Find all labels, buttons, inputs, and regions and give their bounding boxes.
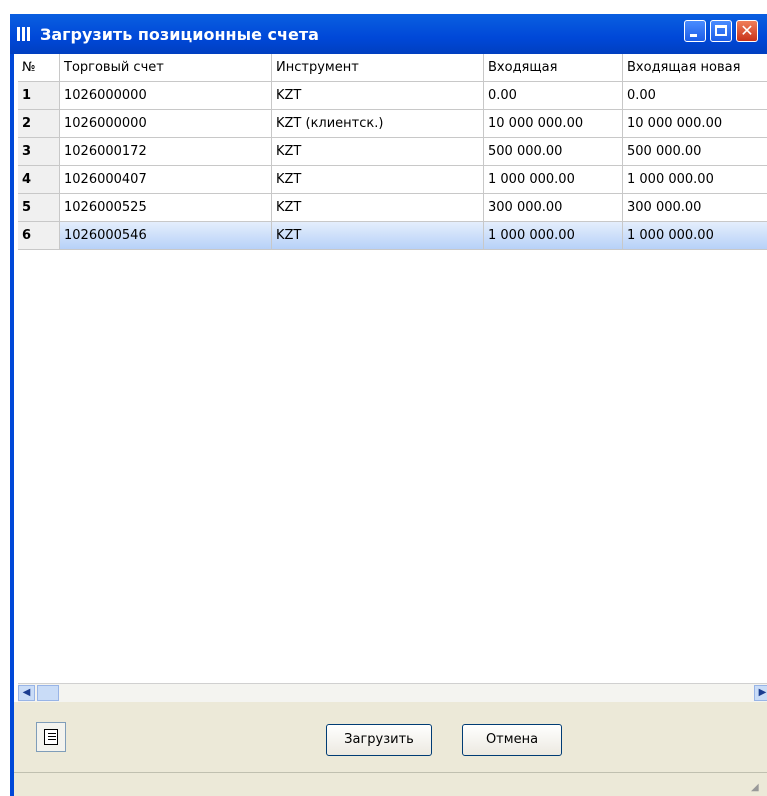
column-header-incoming[interactable]: Входящая — [484, 54, 623, 82]
account-cell[interactable]: 1026000407 — [60, 166, 272, 194]
instrument-cell[interactable]: KZT — [272, 222, 484, 250]
incoming-new-cell[interactable]: 1 000 000.00 — [623, 166, 767, 194]
resize-grip-icon[interactable]: ◢ — [751, 782, 763, 794]
scrollbar-thumb[interactable] — [37, 685, 59, 701]
incoming-new-cell[interactable]: 0.00 — [623, 82, 767, 110]
table-row[interactable]: 4 1026000407 KZT 1 000 000.00 1 000 000.… — [18, 166, 767, 194]
title-bar[interactable]: Загрузить позиционные счета ✕ — [10, 14, 767, 54]
row-number: 6 — [18, 222, 60, 250]
instrument-cell[interactable]: KZT (клиентск.) — [272, 110, 484, 138]
table-row[interactable]: 3 1026000172 KZT 500 000.00 500 000.00 — [18, 138, 767, 166]
incoming-new-cell[interactable]: 10 000 000.00 — [623, 110, 767, 138]
incoming-new-cell[interactable]: 500 000.00 — [623, 138, 767, 166]
table-row[interactable]: 2 1026000000 KZT (клиентск.) 10 000 000.… — [18, 110, 767, 138]
account-cell[interactable]: 1026000000 — [60, 82, 272, 110]
status-divider — [14, 772, 767, 773]
app-columns-icon — [17, 27, 33, 41]
row-number: 1 — [18, 82, 60, 110]
row-number: 5 — [18, 194, 60, 222]
table-row[interactable]: 1 1026000000 KZT 0.00 0.00 — [18, 82, 767, 110]
cancel-button[interactable]: Отмена — [462, 724, 562, 756]
window-title: Загрузить позиционные счета — [40, 25, 319, 44]
incoming-cell[interactable]: 300 000.00 — [484, 194, 623, 222]
incoming-cell[interactable]: 500 000.00 — [484, 138, 623, 166]
row-number: 3 — [18, 138, 60, 166]
instrument-cell[interactable]: KZT — [272, 138, 484, 166]
account-cell[interactable]: 1026000172 — [60, 138, 272, 166]
button-panel: Загрузить Отмена ◢ — [10, 702, 767, 796]
incoming-new-cell[interactable]: 300 000.00 — [623, 194, 767, 222]
incoming-cell[interactable]: 1 000 000.00 — [484, 222, 623, 250]
table-header: № Торговый счет Инструмент Входящая Вход… — [18, 54, 767, 82]
scroll-left-icon[interactable]: ◀ — [18, 685, 35, 701]
table-row[interactable]: 5 1026000525 KZT 300 000.00 300 000.00 — [18, 194, 767, 222]
account-cell[interactable]: 1026000525 — [60, 194, 272, 222]
report-button[interactable] — [36, 722, 66, 752]
dialog-window: Загрузить позиционные счета ✕ № Торговый… — [10, 14, 767, 796]
incoming-cell[interactable]: 10 000 000.00 — [484, 110, 623, 138]
account-cell[interactable]: 1026000000 — [60, 110, 272, 138]
column-header-account[interactable]: Торговый счет — [60, 54, 272, 82]
horizontal-scrollbar[interactable]: ◀ ▶ — [18, 683, 767, 702]
instrument-cell[interactable]: KZT — [272, 166, 484, 194]
column-header-instrument[interactable]: Инструмент — [272, 54, 484, 82]
instrument-cell[interactable]: KZT — [272, 194, 484, 222]
positions-table[interactable]: № Торговый счет Инструмент Входящая Вход… — [10, 54, 767, 702]
minimize-icon — [690, 34, 697, 37]
column-header-incoming-new[interactable]: Входящая новая — [623, 54, 767, 82]
minimize-button[interactable] — [684, 20, 706, 42]
close-button[interactable]: ✕ — [736, 20, 758, 42]
maximize-icon — [715, 25, 727, 36]
incoming-new-cell[interactable]: 1 000 000.00 — [623, 222, 767, 250]
instrument-cell[interactable]: KZT — [272, 82, 484, 110]
table-row-selected[interactable]: 6 1026000546 KZT 1 000 000.00 1 000 000.… — [18, 222, 767, 250]
maximize-button[interactable] — [710, 20, 732, 42]
incoming-cell[interactable]: 0.00 — [484, 82, 623, 110]
close-icon: ✕ — [740, 21, 754, 40]
row-number: 4 — [18, 166, 60, 194]
scroll-right-icon[interactable]: ▶ — [754, 685, 767, 701]
account-cell[interactable]: 1026000546 — [60, 222, 272, 250]
column-header-number[interactable]: № — [18, 54, 60, 82]
load-button[interactable]: Загрузить — [326, 724, 432, 756]
incoming-cell[interactable]: 1 000 000.00 — [484, 166, 623, 194]
report-icon — [44, 729, 58, 745]
row-number: 2 — [18, 110, 60, 138]
